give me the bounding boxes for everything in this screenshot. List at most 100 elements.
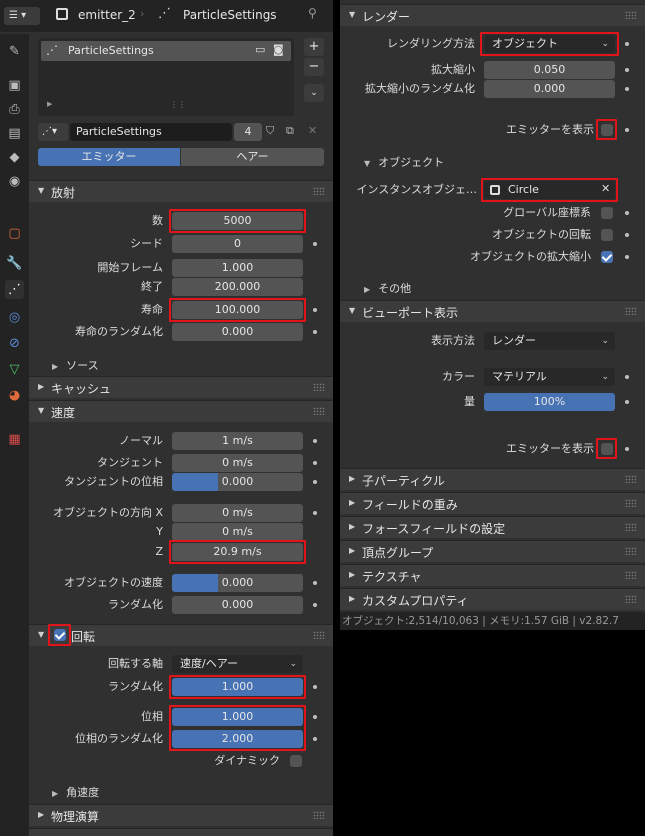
dynamic-checkbox[interactable] [290,755,302,767]
emission-panel-header[interactable]: ▼ 放射 [29,180,333,202]
animate-dot[interactable] [625,233,629,237]
drag-grip-icon[interactable] [625,307,637,315]
tool-tab-icon[interactable]: ✎ [5,42,24,61]
drag-grip-icon[interactable] [313,383,325,391]
pin-icon[interactable]: ⚲ [308,6,317,20]
add-slot-button[interactable]: + [304,38,324,56]
output-tab-icon[interactable]: ⎙ [5,100,24,119]
force-field-panel-header[interactable]: ▶ フォースフィールドの設定 [340,516,645,538]
fake-user-shield-icon[interactable]: ⛉ [266,124,274,138]
angular-velocity-subpanel[interactable]: ▶ 角速度 [52,784,99,800]
child-particles-panel-header[interactable]: ▶ 子パーティクル [340,468,645,490]
vertex-groups-panel-header[interactable]: ▶ 頂点グループ [340,540,645,562]
object-velocity-slider[interactable]: 0.000 [172,574,303,592]
drag-grip-icon[interactable] [313,187,325,195]
drag-grip-icon[interactable] [625,11,637,19]
normal-field[interactable]: 1 m/s [172,432,303,450]
emitter-tab[interactable]: エミッター [38,148,180,166]
list-resize-grip[interactable]: ⋮⋮ [170,100,186,109]
animate-dot[interactable] [625,128,629,132]
animate-dot[interactable] [313,308,317,312]
tangent-phase-slider[interactable]: 0.000 [172,473,303,491]
drag-grip-icon[interactable] [313,407,325,415]
object-subpanel[interactable]: ▼ オブジェクト [364,154,444,170]
settings-name[interactable]: ParticleSettings [183,8,277,22]
unlink-close-icon[interactable]: ✕ [308,124,317,137]
frame-end-field[interactable]: 200.000 [172,278,303,296]
animate-dot[interactable] [625,211,629,215]
remove-slot-button[interactable]: − [304,58,324,76]
tangent-field[interactable]: 0 m/s [172,454,303,472]
world-tab-icon[interactable]: ◉ [5,172,24,191]
scene-tab-icon[interactable]: ◆ [5,148,24,167]
list-expand-icon[interactable]: ▶ [47,100,52,108]
animate-dot[interactable] [625,375,629,379]
animate-dot[interactable] [313,581,317,585]
material-tab-icon[interactable]: ◕ [5,386,24,405]
animate-dot[interactable] [313,685,317,689]
next-panel-header[interactable] [29,828,333,836]
animate-dot[interactable] [313,603,317,607]
custom-properties-panel-header[interactable]: ▶ カスタムプロパティ [340,588,645,610]
velocity-randomize-field[interactable]: 0.000 [172,596,303,614]
animate-dot[interactable] [625,87,629,91]
frame-start-field[interactable]: 1.000 [172,259,303,277]
physics-tab-icon[interactable]: ◎ [5,308,24,327]
settings-name-field[interactable]: ParticleSettings [70,123,232,141]
data-tab-icon[interactable]: ▽ [5,360,24,379]
particles-tab-icon[interactable]: ⋰ [5,280,24,299]
animate-dot[interactable] [313,715,317,719]
constraints-tab-icon[interactable]: ⊘ [5,334,24,353]
object-scale-checkbox[interactable] [601,251,613,263]
hair-tab[interactable]: ヘアー [181,148,324,166]
rotation-panel-header[interactable]: ▼ 回転 [29,624,333,646]
texture-tab-icon[interactable]: ▦ [5,430,24,449]
scale-random-field[interactable]: 0.000 [484,80,615,98]
textures-panel-header[interactable]: ▶ テクスチャ [340,564,645,586]
object-align-x-field[interactable]: 0 m/s [172,504,303,522]
animate-dot[interactable] [313,242,317,246]
physics-panel-header[interactable]: ▶ 物理演算 [29,804,333,826]
particle-system-item[interactable]: ⋰ ParticleSettings ▭ ◙ [41,41,291,61]
velocity-panel-header[interactable]: ▼ 速度 [29,400,333,422]
viewport-display-panel-header[interactable]: ▼ ビューポート表示 [340,300,645,322]
animate-dot[interactable] [313,511,317,515]
slot-specials-button[interactable]: ⌄ [304,84,324,102]
animate-dot[interactable] [313,480,317,484]
other-subpanel[interactable]: ▶ その他 [364,280,411,296]
seed-field[interactable]: 0 [172,235,303,253]
animate-dot[interactable] [625,447,629,451]
object-rotation-checkbox[interactable] [601,229,613,241]
modifier-tab-icon[interactable]: 🔧 [5,254,24,273]
scale-field[interactable]: 0.050 [484,61,615,79]
source-subpanel[interactable]: ▶ ソース [52,357,99,373]
amount-slider[interactable]: 100% [484,393,615,411]
view-layer-tab-icon[interactable]: ▤ [5,124,24,143]
rotation-axis-dropdown[interactable]: 速度/ヘアー ⌄ [172,655,303,673]
animate-dot[interactable] [625,68,629,72]
display-monitor-icon[interactable]: ▭ [255,43,265,56]
animate-dot[interactable] [313,439,317,443]
animate-dot[interactable] [313,737,317,741]
animate-dot[interactable] [625,42,629,46]
global-coordinates-checkbox[interactable] [601,207,613,219]
cache-panel-header[interactable]: ▶ キャッシュ [29,376,333,398]
render-tab-icon[interactable]: ▣ [5,76,24,95]
field-weights-panel-header[interactable]: ▶ フィールドの重み [340,492,645,514]
duplicate-icon[interactable]: ⧉ [286,124,294,138]
animate-dot[interactable] [313,330,317,334]
user-count[interactable]: 4 [234,123,262,141]
drag-grip-icon[interactable] [313,811,325,819]
lifetime-random-field[interactable]: 0.000 [172,323,303,341]
render-panel-header[interactable]: ▼ レンダー [340,4,645,26]
color-dropdown[interactable]: マテリアル ⌄ [484,368,615,386]
drag-grip-icon[interactable] [313,631,325,639]
object-align-y-field[interactable]: 0 m/s [172,523,303,541]
object-name[interactable]: emitter_2 [78,8,136,22]
animate-dot[interactable] [625,400,629,404]
display-as-dropdown[interactable]: レンダー ⌄ [484,332,615,350]
animate-dot[interactable] [313,461,317,465]
editor-type-button[interactable]: ☰ ▾ [4,7,40,25]
camera-icon[interactable]: ◙ [273,43,284,56]
browse-settings-button[interactable]: ⋰▾ [38,123,68,141]
